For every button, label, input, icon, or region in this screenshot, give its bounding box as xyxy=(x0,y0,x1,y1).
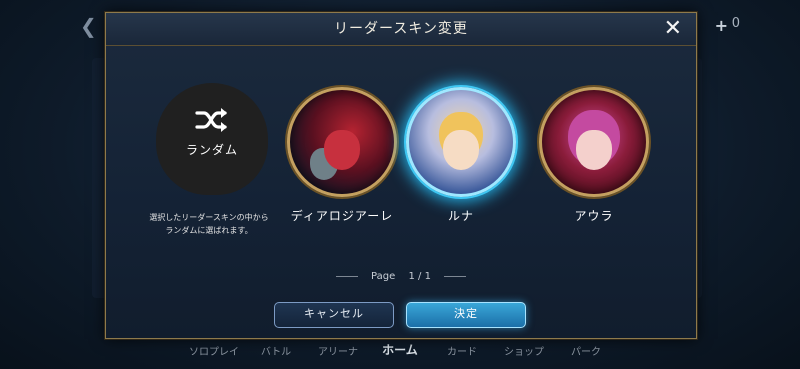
dialog-title: リーダースキン変更 xyxy=(334,21,468,37)
skin-name: ルナ xyxy=(447,209,474,223)
close-icon[interactable]: ✕ xyxy=(664,17,682,41)
cancel-button[interactable]: キャンセル xyxy=(274,302,394,328)
confirm-button[interactable]: 決定 xyxy=(406,302,526,328)
add-currency-icon: + xyxy=(714,16,728,35)
pager-current: 1 xyxy=(408,271,415,282)
dialog-header: リーダースキン変更 xyxy=(106,13,696,46)
random-description: 選択したリーダースキンの中から ランダムに選ばれます。 xyxy=(149,213,269,235)
shuffle-icon xyxy=(195,108,227,132)
random-label: ランダム xyxy=(185,143,238,157)
pager-label: Page xyxy=(371,271,396,282)
skin-option-aura[interactable]: アウラ xyxy=(536,73,652,224)
skin-option-luna[interactable]: ルナ xyxy=(403,73,519,224)
back-arrow-icon: ❮ xyxy=(80,14,97,38)
pagination: Page 1 / 1 xyxy=(106,271,696,282)
skin-portrait[interactable] xyxy=(539,87,649,197)
currency-count: 0 xyxy=(731,16,740,31)
skin-option-random[interactable]: ランダム xyxy=(154,73,270,195)
leader-skin-dialog: リーダースキン変更 ✕ ランダム ディアロジアーレ ルナ アウラ 選択したリーダ… xyxy=(105,12,697,339)
skin-portrait-selected[interactable] xyxy=(406,87,516,197)
skin-option-diablo[interactable]: ディアロジアーレ xyxy=(284,73,400,224)
random-portrait[interactable]: ランダム xyxy=(156,83,268,195)
pager-total: 1 xyxy=(424,271,431,282)
skin-name: アウラ xyxy=(574,209,614,223)
pager-right-rule xyxy=(444,275,467,277)
skin-portrait[interactable] xyxy=(287,87,397,197)
pager-separator: / xyxy=(418,271,422,282)
pager-left-rule xyxy=(335,275,358,277)
skin-name: ディアロジアーレ xyxy=(290,209,394,223)
